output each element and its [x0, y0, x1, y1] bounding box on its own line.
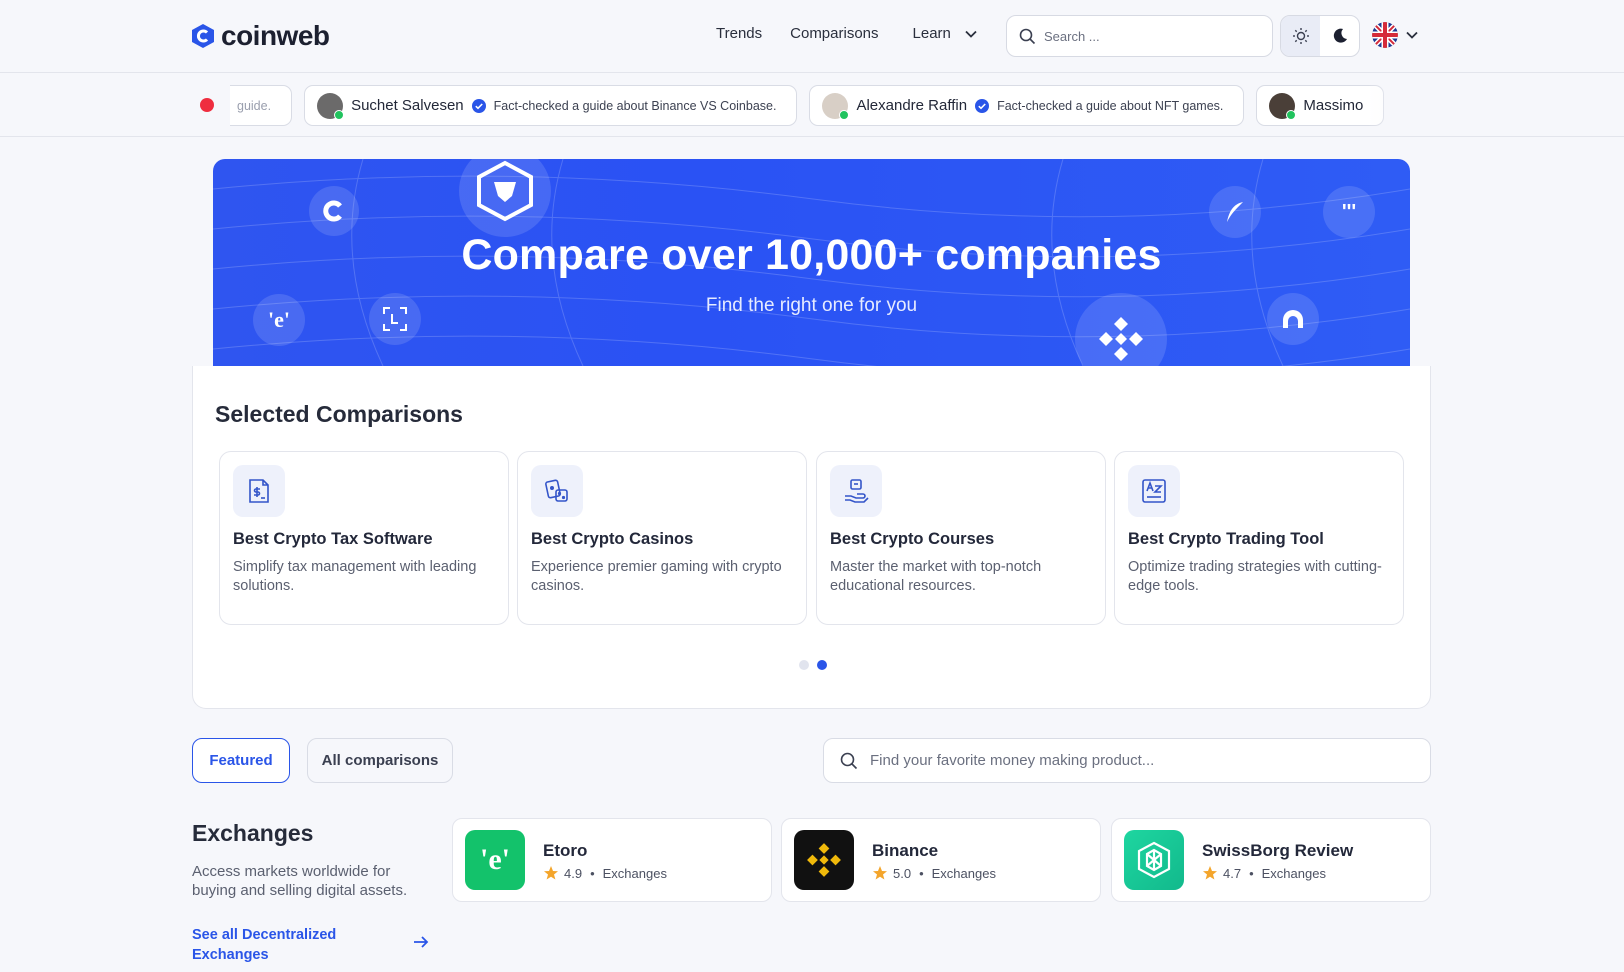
- coinbase-bubble-icon: [309, 186, 359, 236]
- search-box: [1006, 15, 1273, 57]
- product-name: SwissBorg Review: [1202, 841, 1354, 860]
- light-mode-button[interactable]: [1281, 16, 1320, 56]
- exchanges-desc: Access markets worldwide for buying and …: [192, 863, 408, 899]
- comparison-desc: Simplify tax management with leading sol…: [233, 559, 477, 594]
- comparison-desc: Experience premier gaming with crypto ca…: [531, 559, 782, 594]
- chevron-down-icon: [1406, 31, 1418, 39]
- coinweb-logo-icon: [192, 24, 214, 48]
- top-header: coinweb Trends Comparisons Learn: [0, 0, 1624, 73]
- product-name: Etoro: [543, 841, 588, 860]
- comparison-card[interactable]: Best Crypto Trading Tool Optimize tradin…: [1114, 451, 1404, 625]
- comparison-desc: Optimize trading strategies with cutting…: [1128, 559, 1382, 594]
- activity-ticker: guide. Suchet Salvesen Fact-checked a gu…: [0, 73, 1624, 137]
- moon-icon: [1333, 28, 1347, 43]
- ticker-name: Alexandre Raffin: [856, 97, 968, 114]
- avatar: [317, 92, 345, 120]
- ticker-item[interactable]: Alexandre Raffin Fact-checked a guide ab…: [809, 85, 1245, 126]
- comparison-card[interactable]: Best Crypto Courses Master the market wi…: [816, 451, 1106, 625]
- product-rating: 4.9: [564, 865, 583, 881]
- see-all-exchanges-link[interactable]: See all Decentralized Exchanges: [192, 925, 362, 965]
- verified-check-icon: [471, 98, 486, 113]
- ticker-inner: guide. Suchet Salvesen Fact-checked a gu…: [230, 85, 1385, 126]
- search-icon: [1019, 28, 1036, 44]
- hero-banner: 'e' ''' Compare over 10,000+ companies F…: [213, 159, 1410, 366]
- etoro-logo: 'e': [465, 830, 525, 890]
- language-selector[interactable]: [1372, 22, 1418, 48]
- ticker-name: Massimo: [1303, 97, 1364, 114]
- tab-featured[interactable]: Featured: [192, 738, 290, 783]
- ticker-item[interactable]: Suchet Salvesen Fact-checked a guide abo…: [304, 85, 798, 126]
- ticker-desc: Fact-checked a guide about Binance VS Co…: [493, 98, 777, 113]
- bullet-separator: •: [590, 865, 595, 881]
- carousel-dots: [799, 660, 827, 670]
- product-card-swissborg[interactable]: SwissBorg Review 4.7 • Exchanges: [1111, 818, 1431, 902]
- comparison-title: Best Crypto Trading Tool: [1128, 530, 1324, 548]
- avatar: [1269, 92, 1297, 120]
- product-search-box: [823, 738, 1431, 783]
- az-book-icon: [1128, 465, 1180, 517]
- carousel-dot-active[interactable]: [817, 660, 827, 670]
- sun-icon: [1292, 28, 1309, 44]
- course-hand-icon: [830, 465, 882, 517]
- ticker-track: guide. Suchet Salvesen Fact-checked a gu…: [230, 85, 1428, 127]
- bullet-separator: •: [1249, 865, 1254, 881]
- search-input[interactable]: [1044, 28, 1244, 44]
- theme-toggle: [1280, 15, 1360, 57]
- ticker-name: Suchet Salvesen: [351, 97, 464, 114]
- comparison-card[interactable]: Best Crypto Tax Software Simplify tax ma…: [219, 451, 509, 625]
- swissborg-logo: [1124, 830, 1184, 890]
- hero-subtitle: Find the right one for you: [705, 295, 918, 316]
- product-rating: 5.0: [893, 865, 912, 881]
- exchanges-title: Exchanges: [192, 820, 314, 846]
- product-meta: 5.0 • Exchanges: [872, 865, 996, 881]
- product-search-input[interactable]: [870, 752, 1390, 769]
- brand-name: coinweb: [221, 20, 330, 51]
- section-title: Selected Comparisons: [215, 401, 463, 427]
- bullet-separator: •: [919, 865, 924, 881]
- carousel-dot[interactable]: [799, 660, 809, 670]
- hero-title: Compare over 10,000+ companies: [461, 231, 1162, 279]
- product-meta: 4.9 • Exchanges: [543, 865, 667, 881]
- product-card-etoro[interactable]: 'e' Etoro 4.9 • Exchanges: [452, 818, 772, 902]
- tab-all-comparisons[interactable]: All comparisons: [307, 738, 453, 783]
- star-icon: [544, 866, 558, 880]
- product-name: Binance: [872, 841, 939, 860]
- selected-comparisons-card: Selected Comparisons Best Crypto Tax Sof…: [192, 366, 1431, 709]
- comparison-desc: Master the market with top-notch educati…: [830, 559, 1042, 594]
- chevron-down-icon: [965, 30, 977, 38]
- nav-comparisons[interactable]: Comparisons: [790, 25, 878, 42]
- star-icon: [873, 866, 887, 880]
- comparison-title: Best Crypto Casinos: [531, 530, 694, 548]
- comparison-card[interactable]: Best Crypto Casinos Experience premier g…: [517, 451, 807, 625]
- ticker-item[interactable]: guide.: [230, 85, 293, 126]
- product-category: Exchanges: [1261, 865, 1326, 881]
- search-icon: [840, 752, 858, 769]
- ticker-desc: guide.: [237, 98, 272, 113]
- uk-flag-icon: [1372, 22, 1398, 48]
- product-category: Exchanges: [931, 865, 996, 881]
- ticker-fade: [1368, 85, 1428, 127]
- avatar: [822, 92, 850, 120]
- live-indicator: [200, 98, 214, 112]
- ticker-desc: Fact-checked a guide about NFT games.: [997, 98, 1224, 113]
- ticker-item[interactable]: Massimo: [1256, 85, 1385, 126]
- product-meta: 4.7 • Exchanges: [1202, 865, 1326, 881]
- brand-logo[interactable]: coinweb: [191, 20, 330, 52]
- arrow-right-icon[interactable]: [413, 935, 429, 949]
- nav-learn[interactable]: Learn: [913, 25, 977, 42]
- product-rating: 4.7: [1223, 865, 1242, 881]
- main-nav: Trends Comparisons Learn: [716, 25, 977, 42]
- product-card-binance[interactable]: Binance 5.0 • Exchanges: [781, 818, 1101, 902]
- dark-mode-button[interactable]: [1320, 16, 1359, 56]
- tax-document-icon: [233, 465, 285, 517]
- nav-learn-label: Learn: [912, 25, 951, 42]
- verified-check-icon: [975, 98, 990, 113]
- binance-logo: [794, 830, 854, 890]
- star-icon: [1203, 866, 1217, 880]
- nav-trends[interactable]: Trends: [716, 25, 762, 42]
- product-category: Exchanges: [602, 865, 667, 881]
- dice-cards-icon: [531, 465, 583, 517]
- comparison-title: Best Crypto Courses: [830, 530, 995, 548]
- comparison-title: Best Crypto Tax Software: [233, 530, 433, 548]
